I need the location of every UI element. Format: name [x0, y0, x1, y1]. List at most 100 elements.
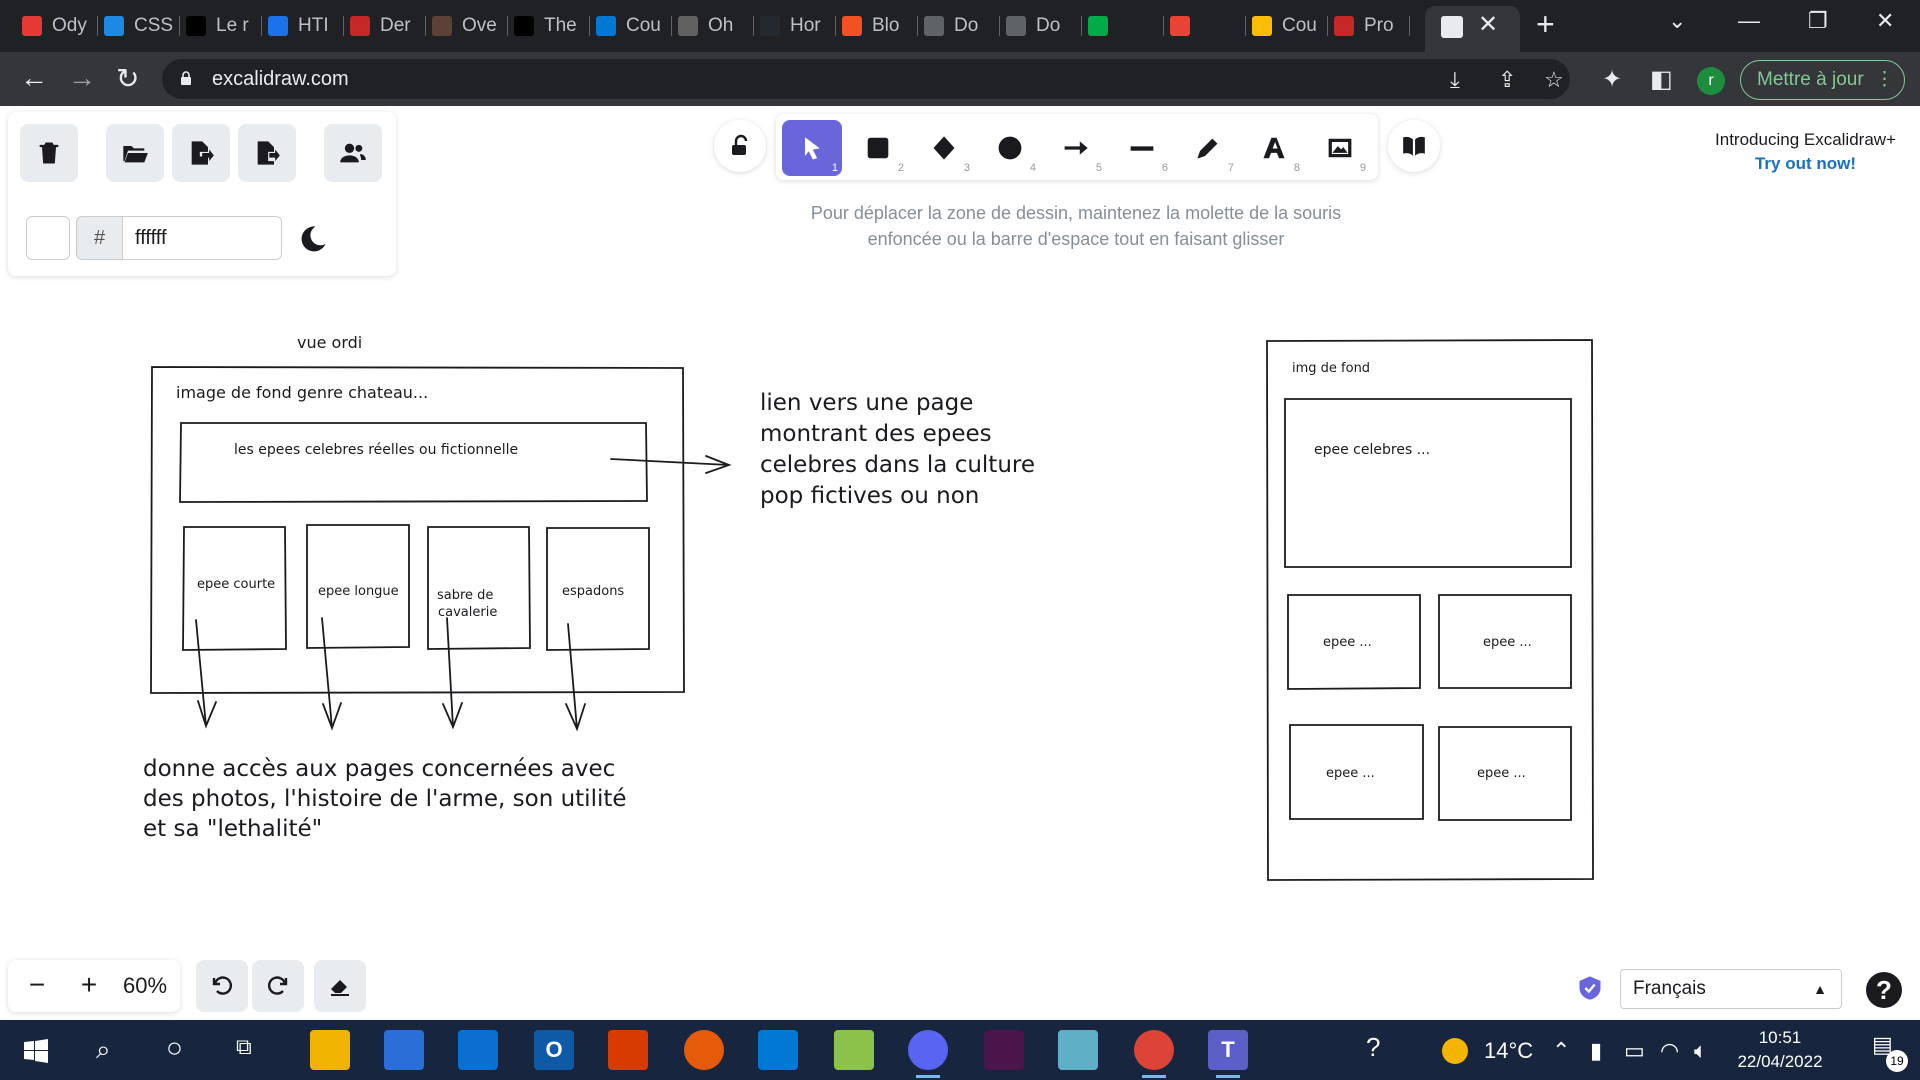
extensions-puzzle-icon[interactable]: ✦ [1602, 65, 1622, 94]
address-bar[interactable]: excalidraw.com ⤓ ⇪ ☆ [162, 59, 1570, 99]
side-panel-icon[interactable]: ◧ [1650, 65, 1673, 94]
browser-tab[interactable] [1170, 8, 1246, 44]
excalidraw-canvas[interactable]: vue ordi image de fond genre chateau... … [0, 106, 1920, 1020]
teams-icon[interactable]: T [1208, 1030, 1248, 1078]
weather-temp[interactable]: 14°C [1484, 1038, 1533, 1064]
browser-tab[interactable]: Blo [842, 8, 918, 44]
browser-tab[interactable]: Ove [432, 8, 508, 44]
arrow-card-3 [442, 617, 463, 730]
browser-tab[interactable]: Do [924, 8, 1000, 44]
browser-tab[interactable]: Cou [1252, 8, 1328, 44]
tool-draw[interactable]: 7 [1178, 120, 1238, 176]
tab-title: Blo [872, 15, 900, 36]
microsoft-store-icon[interactable] [384, 1030, 424, 1070]
browser-tab[interactable]: Le r [186, 8, 262, 44]
save-button[interactable] [172, 124, 230, 182]
shapes-toolbar: 1 2 3 4 5 6 7 8 9 [776, 114, 1378, 180]
battery-icon[interactable]: ▭ [1624, 1038, 1645, 1064]
bookmark-star-icon[interactable]: ☆ [1544, 67, 1564, 93]
browser-tab[interactable]: Der [350, 8, 426, 44]
cortana-icon[interactable]: ○ [166, 1032, 183, 1064]
browser-tab[interactable]: Oh [678, 8, 754, 44]
people-app-icon[interactable] [458, 1030, 498, 1070]
tab-search-chevron-icon[interactable]: ⌄ [1668, 8, 1686, 34]
tortoise-git-icon[interactable] [834, 1030, 874, 1070]
file-explorer-icon[interactable] [310, 1030, 350, 1070]
tool-arrow[interactable]: 5 [1046, 120, 1106, 176]
eraser-icon [331, 980, 349, 996]
close-window-icon[interactable]: ✕ [1876, 8, 1894, 34]
tool-lock-button[interactable] [714, 120, 766, 172]
background-color-swatch[interactable] [26, 216, 70, 260]
restore-icon[interactable]: ❐ [1808, 8, 1828, 34]
clear-canvas-button[interactable] [20, 124, 78, 182]
browser-tab[interactable] [1088, 8, 1164, 44]
minimize-icon[interactable]: — [1738, 8, 1760, 34]
clock[interactable]: 10:51 22/04/2022 [1730, 1026, 1830, 1074]
undo-button[interactable] [196, 960, 248, 1012]
volume-icon[interactable]: 🔈︎ [1694, 1038, 1707, 1064]
zoom-out-button[interactable]: − [12, 960, 62, 1012]
notes-app-icon[interactable] [1058, 1030, 1098, 1070]
slack-icon[interactable] [984, 1030, 1024, 1070]
dark-mode-moon-icon[interactable] [298, 224, 328, 254]
tool-diamond[interactable]: 3 [914, 120, 974, 176]
browser-tab[interactable]: Hor [760, 8, 836, 44]
share-icon[interactable]: ⇪ [1498, 67, 1516, 93]
browser-tab[interactable]: Do [1006, 8, 1082, 44]
chrome-icon[interactable] [1134, 1030, 1174, 1078]
browser-tab[interactable]: The [514, 8, 590, 44]
help-tray-icon[interactable]: ? [1366, 1032, 1380, 1063]
forward-arrow-icon[interactable]: → [68, 62, 96, 94]
vscode-icon[interactable] [758, 1030, 798, 1070]
tool-selection[interactable]: 1 [782, 120, 842, 176]
live-collaboration-button[interactable] [324, 124, 382, 182]
browser-tab[interactable]: HTI [268, 8, 344, 44]
zoom-reset-button[interactable]: 60% [112, 960, 178, 1012]
firefox-icon[interactable] [684, 1030, 724, 1070]
windows-start-icon[interactable] [24, 1039, 48, 1063]
update-button[interactable]: Mettre à jour ⋮ [1740, 60, 1905, 100]
encryption-shield-icon[interactable] [1576, 974, 1604, 1002]
back-arrow-icon[interactable]: ← [20, 62, 48, 94]
new-tab-button[interactable]: + [1536, 6, 1555, 43]
tool-rectangle[interactable]: 2 [848, 120, 908, 176]
tab-favicon-icon [186, 16, 206, 36]
wifi-icon[interactable]: ◠ [1660, 1038, 1679, 1064]
browser-tab[interactable]: Pro [1334, 8, 1410, 44]
profile-avatar[interactable]: r [1697, 67, 1725, 95]
tool-image[interactable]: 9 [1310, 120, 1370, 176]
book-icon [1403, 136, 1425, 156]
tool-ellipse[interactable]: 4 [980, 120, 1040, 176]
zoom-in-button[interactable]: + [64, 960, 114, 1012]
outlook-icon[interactable]: O [534, 1030, 574, 1070]
more-menu-icon[interactable]: ⋮ [1875, 61, 1894, 99]
search-icon[interactable]: ⌕ [96, 1034, 111, 1066]
browser-tab[interactable]: Cou [596, 8, 672, 44]
export-image-button[interactable] [238, 124, 296, 182]
office-icon[interactable] [608, 1030, 648, 1070]
eraser-button[interactable] [314, 960, 366, 1012]
install-app-icon[interactable]: ⤓ [1450, 67, 1460, 93]
notification-center-icon[interactable]: ▤ 19 [1872, 1032, 1908, 1072]
help-button[interactable]: ? [1866, 972, 1902, 1008]
background-color-input[interactable]: ffffff [122, 216, 282, 260]
task-view-icon[interactable]: ⧉ [236, 1034, 252, 1060]
discord-icon[interactable] [908, 1030, 948, 1078]
tool-text[interactable]: 8 [1244, 120, 1304, 176]
redo-button[interactable] [252, 960, 304, 1012]
weather-sun-icon[interactable] [1442, 1038, 1468, 1064]
open-file-button[interactable] [106, 124, 164, 182]
reload-icon[interactable]: ↻ [116, 62, 139, 95]
tray-chevron-icon[interactable]: ⌃ [1552, 1038, 1570, 1064]
browser-tab[interactable]: CSS [104, 8, 180, 44]
language-select[interactable]: Français ▲ [1620, 969, 1842, 1009]
microphone-icon[interactable]: ▮ [1590, 1038, 1602, 1064]
browser-tab[interactable]: Ody [22, 8, 98, 44]
library-button[interactable] [1388, 120, 1440, 172]
close-tab-icon[interactable]: ✕ [1478, 10, 1498, 39]
card-label-4: espadons [562, 584, 624, 599]
active-tab[interactable] [1425, 6, 1520, 52]
try-out-link[interactable]: Try out now! [1755, 154, 1856, 174]
tool-line[interactable]: 6 [1112, 120, 1172, 176]
